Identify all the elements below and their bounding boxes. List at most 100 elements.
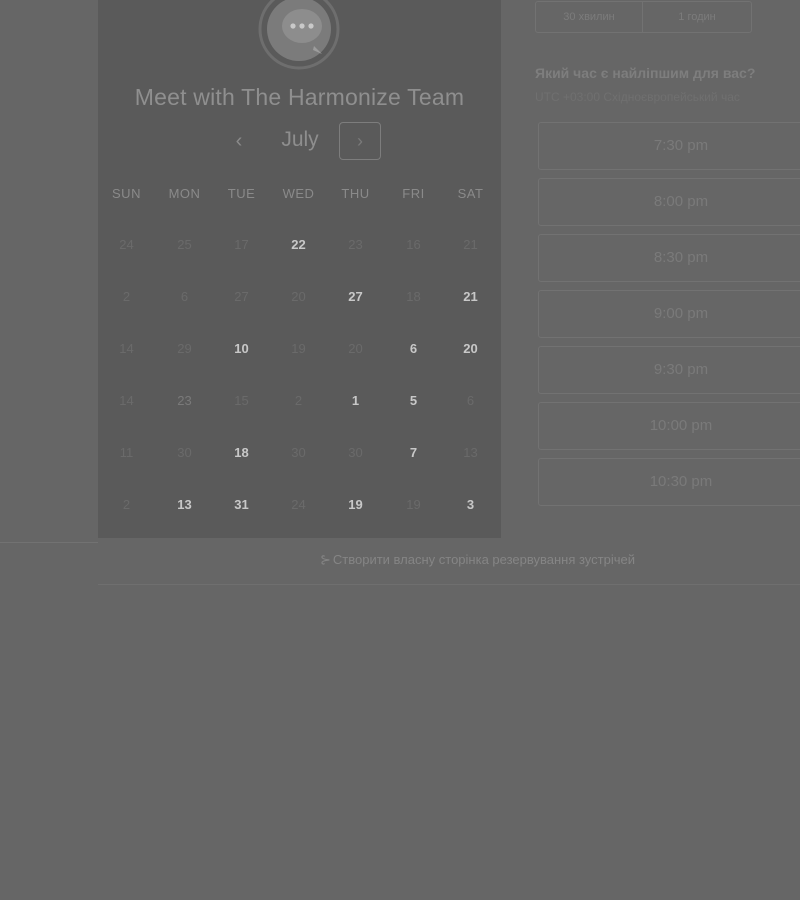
time-question-heading: Який час є найліпшим для вас?	[535, 65, 756, 81]
divider	[0, 542, 98, 543]
calendar-day[interactable]: 3	[445, 479, 497, 531]
calendar-day: 13	[445, 427, 497, 479]
calendar-day[interactable]: 20	[445, 323, 497, 375]
calendar-day: 24	[101, 219, 153, 271]
prev-month-button[interactable]: ‹	[224, 126, 254, 156]
calendar-day: 19	[273, 323, 325, 375]
calendar-day-number: 20	[463, 341, 478, 356]
calendar-day-number: 6	[409, 341, 418, 356]
time-slot-button[interactable]: 10:00 pm	[538, 402, 800, 450]
calendar-day: 14	[101, 375, 153, 427]
time-slot-button[interactable]: 8:30 pm	[538, 234, 800, 282]
time-slot-button[interactable]: 10:30 pm	[538, 458, 800, 506]
calendar-day: 20	[273, 271, 325, 323]
calendar-day: 15	[216, 375, 268, 427]
time-slot-button[interactable]: 9:30 pm	[538, 346, 800, 394]
calendar-day-number: 27	[234, 289, 249, 304]
calendar-day-number: 3	[466, 497, 475, 512]
calendar-day: 6	[159, 271, 211, 323]
calendar-day[interactable]: 27	[330, 271, 382, 323]
calendar-day: 6	[445, 375, 497, 427]
calendar-day-number: 18	[234, 445, 249, 460]
chevron-left-icon: ‹	[235, 130, 243, 152]
calendar-day-number: 22	[291, 237, 306, 252]
duration-60-button[interactable]: 1 годин	[642, 1, 752, 33]
calendar-day: 30	[273, 427, 325, 479]
calendar-day-number: 1	[351, 393, 360, 408]
calendar-day: 24	[273, 479, 325, 531]
calendar-day-number: 17	[234, 237, 249, 252]
calendar-day-number: 5	[409, 393, 418, 408]
calendar-day-number: 24	[291, 497, 306, 512]
calendar-day: 27	[216, 271, 268, 323]
time-slot-button[interactable]: 8:00 pm	[538, 178, 800, 226]
calendar-day: 16	[388, 219, 440, 271]
weekday-label: TUE	[227, 186, 256, 201]
calendar-day-number: 2	[122, 497, 131, 512]
duration-30-button[interactable]: 30 хвилин	[535, 1, 643, 33]
calendar-day-number: 20	[348, 341, 363, 356]
calendar-day[interactable]: 13	[159, 479, 211, 531]
calendar-day-number: 21	[463, 237, 478, 252]
calendar-day: 29	[159, 323, 211, 375]
calendar-day[interactable]: 7	[388, 427, 440, 479]
calendar-day-number: 23	[348, 237, 363, 252]
calendar-day: 30	[159, 427, 211, 479]
chat-bubble-icon	[258, 0, 340, 70]
calendar-day-number: 24	[119, 237, 134, 252]
calendar-day-number: 13	[177, 497, 192, 512]
calendar-day-number: 6	[466, 393, 475, 408]
calendar-day-selected[interactable]: 23	[159, 375, 211, 427]
calendar-day: 30	[330, 427, 382, 479]
calendar-day-number: 31	[234, 497, 249, 512]
calendar-day-number: 2	[294, 393, 303, 408]
calendar-day-number: 2	[122, 289, 131, 304]
calendar-day-number: 19	[348, 497, 363, 512]
calendar-day[interactable]: 19	[330, 479, 382, 531]
calendar-day-number: 25	[177, 237, 192, 252]
calendar-day: 17	[216, 219, 268, 271]
arrow-icon: ⊱	[320, 552, 331, 567]
calendar-day: 2	[101, 479, 153, 531]
create-booking-page-link-text: Створити власну сторінка резервування зу…	[332, 552, 635, 567]
month-label: July	[281, 128, 319, 151]
calendar-day-number: 30	[291, 445, 306, 460]
time-slot-button[interactable]: 7:30 pm	[538, 122, 800, 170]
calendar-day-number: 14	[119, 341, 134, 356]
calendar-day[interactable]: 6	[388, 323, 440, 375]
calendar-day: 23	[330, 219, 382, 271]
calendar-day-number: 11	[119, 445, 134, 460]
calendar-day-number: 23	[177, 393, 192, 408]
calendar-day[interactable]: 1	[330, 375, 382, 427]
calendar-day: 2	[101, 271, 153, 323]
calendar-day-number: 30	[348, 445, 363, 460]
calendar-day-number: 15	[234, 393, 249, 408]
calendar-day-number: 19	[406, 497, 421, 512]
calendar-day-number: 27	[348, 289, 363, 304]
calendar-day[interactable]: 10	[216, 323, 268, 375]
calendar-day: 11	[101, 427, 153, 479]
calendar-day[interactable]: 22	[273, 219, 325, 271]
time-slot-button[interactable]: 9:00 pm	[538, 290, 800, 338]
calendar-day[interactable]: 18	[216, 427, 268, 479]
calendar-day-number: 21	[463, 289, 478, 304]
calendar-day[interactable]: 31	[216, 479, 268, 531]
calendar-day-number: 29	[177, 341, 192, 356]
weekday-label: THU	[341, 186, 370, 201]
calendar-day: 20	[330, 323, 382, 375]
calendar-day-number: 16	[406, 237, 421, 252]
calendar-day: 19	[388, 479, 440, 531]
calendar-day-number: 7	[409, 445, 418, 460]
calendar-day[interactable]: 5	[388, 375, 440, 427]
calendar-day: 21	[445, 219, 497, 271]
calendar-day[interactable]: 21	[445, 271, 497, 323]
calendar-day-number: 6	[180, 289, 189, 304]
create-booking-page-link[interactable]: ⊱ Створити власну сторінка резервування з…	[320, 552, 635, 568]
calendar-day-number: 13	[463, 445, 478, 460]
weekday-label: FRI	[402, 186, 425, 201]
calendar-day: 14	[101, 323, 153, 375]
next-month-button[interactable]: ›	[339, 122, 381, 160]
calendar-day-number: 20	[291, 289, 306, 304]
weekday-label: WED	[282, 186, 315, 201]
timezone-label: UTC +03:00 Східноєвропейський час	[535, 90, 740, 104]
